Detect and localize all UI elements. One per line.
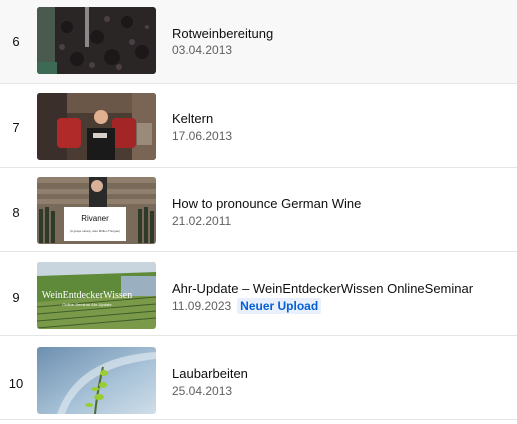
video-date-text: 17.06.2013 xyxy=(172,129,233,143)
thumbnail-rivaner-sign: Rivaner (A grape variety, also Müller-Th… xyxy=(37,177,156,244)
video-title[interactable]: Ahr-Update – WeinEntdeckerWissen OnlineS… xyxy=(172,281,473,296)
video-title[interactable]: Keltern xyxy=(172,111,213,126)
video-index: 7 xyxy=(12,120,20,135)
video-index: 8 xyxy=(12,205,20,220)
video-list: 6 Rotweinbereitung 03.04.2013 7 Keltern … xyxy=(0,0,517,424)
thumbnail-vine-sky xyxy=(37,347,156,414)
video-thumbnail[interactable] xyxy=(37,347,156,414)
video-row[interactable]: 10 Laubarbeiten 25.04.2013 xyxy=(0,336,517,420)
video-date-text: 11.09.2023 xyxy=(172,299,232,313)
video-index: 6 xyxy=(12,34,20,49)
video-title[interactable]: How to pronounce German Wine xyxy=(172,196,361,211)
thumb-caption: WeinEntdeckerWissen xyxy=(42,290,132,301)
video-index: 9 xyxy=(12,290,20,305)
video-date: 03.04.2013 xyxy=(172,43,232,57)
video-date: 21.02.2011 xyxy=(172,214,231,228)
video-date: 25.04.2013 xyxy=(172,384,232,398)
video-row[interactable]: 8 Rivaner (A grape variety, also Müller-… xyxy=(0,168,517,252)
thumb-caption-sub: Online-Seminar Ahr-Update xyxy=(62,302,112,307)
new-upload-badge: Neuer Upload xyxy=(237,298,322,314)
video-row[interactable]: 6 Rotweinbereitung 03.04.2013 xyxy=(0,0,517,84)
thumb-sign-title: Rivaner xyxy=(81,214,109,223)
video-date-text: 21.02.2011 xyxy=(172,214,232,228)
video-date-text: 03.04.2013 xyxy=(172,43,233,57)
video-thumbnail[interactable] xyxy=(37,93,156,160)
thumbnail-winery-man xyxy=(37,93,156,160)
video-thumbnail[interactable]: WeinEntdeckerWissen Online-Seminar Ahr-U… xyxy=(37,262,156,329)
video-row[interactable]: 7 Keltern 17.06.2013 xyxy=(0,84,517,168)
thumbnail-vineyard-caption: WeinEntdeckerWissen Online-Seminar Ahr-U… xyxy=(37,262,156,329)
video-date-text: 25.04.2013 xyxy=(172,384,233,398)
video-title[interactable]: Rotweinbereitung xyxy=(172,26,273,41)
video-row[interactable]: 9 WeinEntdeckerWissen Online-Seminar Ahr… xyxy=(0,252,517,336)
video-meta: 11.09.2023 Neuer Upload xyxy=(172,298,322,314)
video-date: 17.06.2013 xyxy=(172,129,232,143)
video-index: 10 xyxy=(8,376,24,391)
video-title[interactable]: Laubarbeiten xyxy=(172,366,248,381)
thumb-sign-subtitle: (A grape variety, also Müller-Thurgau) xyxy=(70,229,120,233)
video-thumbnail[interactable]: Rivaner (A grape variety, also Müller-Th… xyxy=(37,177,156,244)
video-thumbnail[interactable] xyxy=(37,7,156,74)
thumbnail-grape-mash xyxy=(37,7,156,74)
